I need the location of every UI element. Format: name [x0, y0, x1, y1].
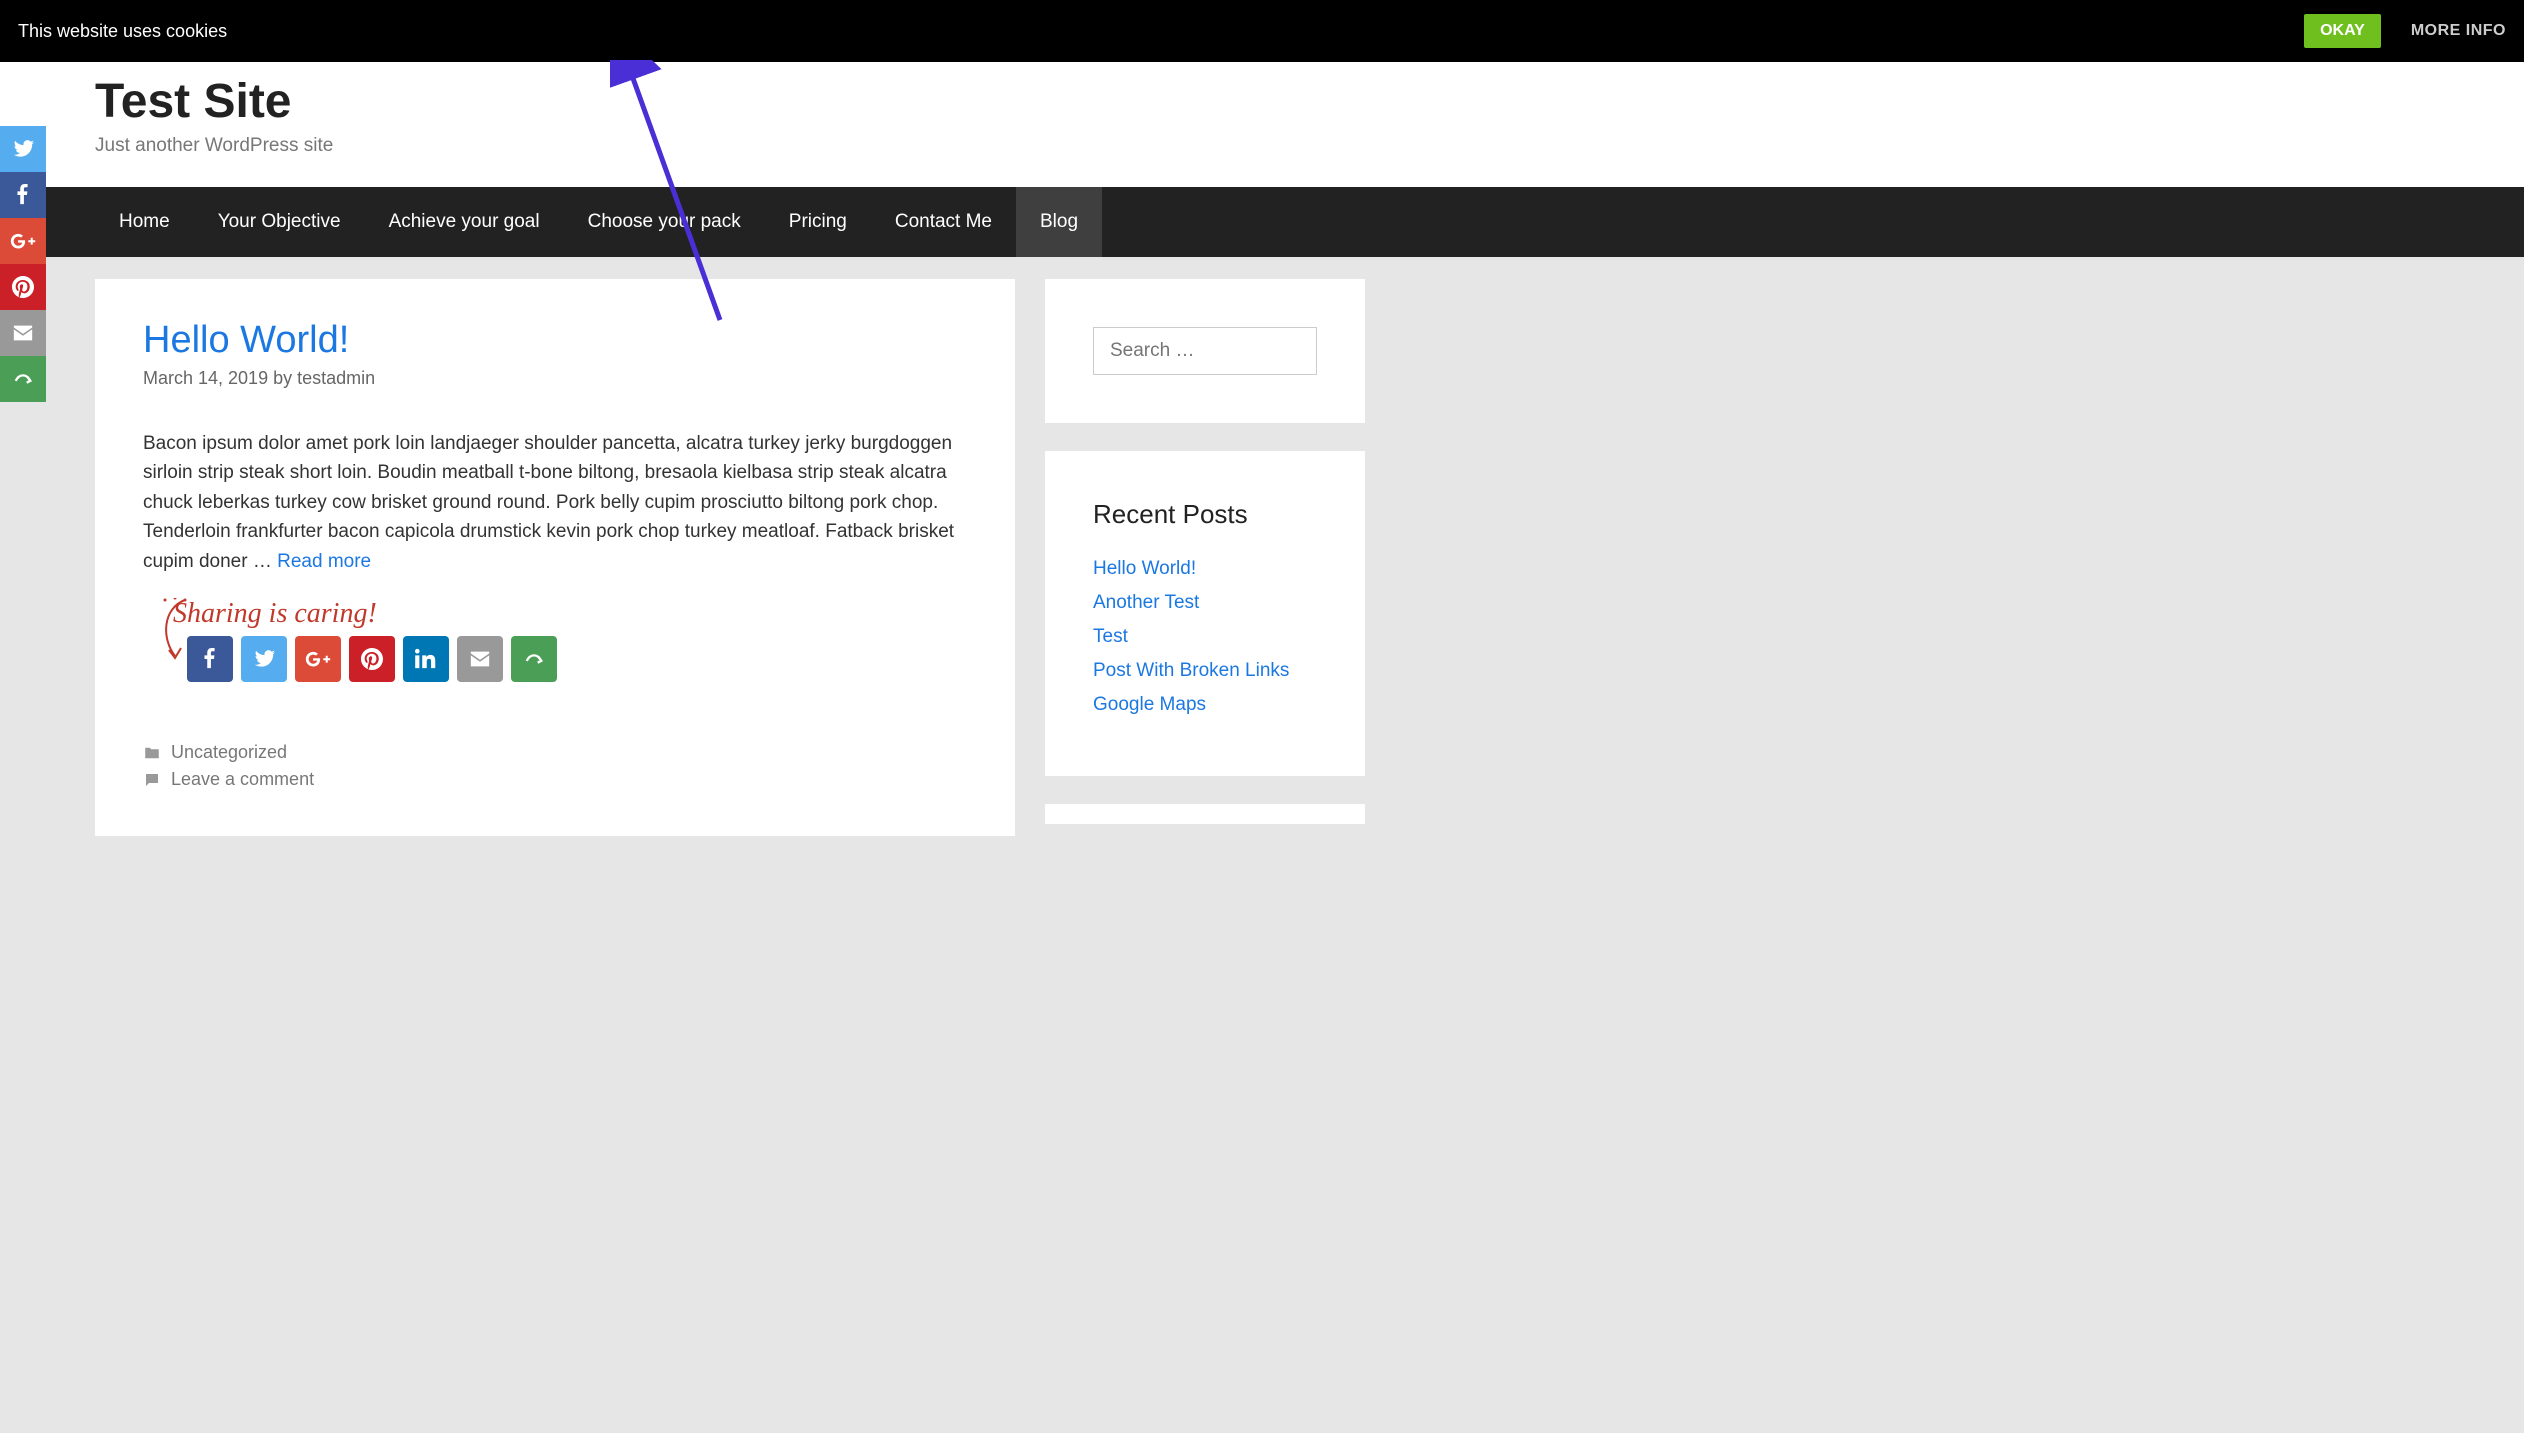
recent-posts-widget: Recent Posts Hello World! Another Test T… — [1045, 451, 1365, 776]
sharing-label: Sharing is caring! — [173, 598, 967, 630]
site-title[interactable]: Test Site — [95, 74, 2429, 129]
share-pinterest-icon[interactable] — [349, 636, 395, 682]
nav-contact-me[interactable]: Contact Me — [871, 187, 1016, 257]
list-item: Post With Broken Links — [1093, 660, 1317, 682]
share-linkedin-icon[interactable] — [403, 636, 449, 682]
read-more-link[interactable]: Read more — [277, 551, 371, 572]
side-share-strip — [0, 126, 46, 402]
main-column: Hello World! March 14, 2019 by testadmin… — [95, 279, 1015, 836]
post-footer: Uncategorized Leave a comment — [143, 712, 967, 790]
sharing-block: Sharing is caring! — [143, 598, 967, 682]
share-buttons-row — [187, 636, 967, 682]
nav-your-objective[interactable]: Your Objective — [194, 187, 365, 257]
category-row: Uncategorized — [143, 742, 967, 763]
sidebar: Recent Posts Hello World! Another Test T… — [1045, 279, 1365, 836]
list-item: Test — [1093, 626, 1317, 648]
post-title[interactable]: Hello World! — [143, 319, 967, 362]
share-more-icon[interactable] — [511, 636, 557, 682]
content-area: Hello World! March 14, 2019 by testadmin… — [0, 257, 1460, 858]
side-pinterest-icon[interactable] — [0, 264, 46, 310]
post-excerpt: Bacon ipsum dolor amet pork loin landjae… — [143, 429, 967, 576]
recent-posts-title: Recent Posts — [1093, 499, 1317, 530]
search-input[interactable] — [1093, 327, 1317, 375]
nav-choose-your-pack[interactable]: Choose your pack — [564, 187, 765, 257]
list-item: Hello World! — [1093, 558, 1317, 580]
nav-achieve-your-goal[interactable]: Achieve your goal — [365, 187, 564, 257]
post-by: by — [273, 368, 292, 388]
nav-blog[interactable]: Blog — [1016, 187, 1102, 257]
cookie-text: This website uses cookies — [18, 21, 227, 42]
category-link[interactable]: Uncategorized — [171, 742, 287, 763]
side-email-icon[interactable] — [0, 310, 46, 356]
comment-icon — [143, 771, 161, 789]
share-twitter-icon[interactable] — [241, 636, 287, 682]
side-twitter-icon[interactable] — [0, 126, 46, 172]
recent-posts-list: Hello World! Another Test Test Post With… — [1093, 558, 1317, 716]
empty-widget — [1045, 804, 1365, 824]
list-item: Another Test — [1093, 592, 1317, 614]
main-nav: Home Your Objective Achieve your goal Ch… — [0, 187, 2524, 257]
okay-button[interactable]: OKAY — [2304, 14, 2381, 48]
comment-row: Leave a comment — [143, 769, 967, 790]
nav-pricing[interactable]: Pricing — [765, 187, 871, 257]
list-item: Google Maps — [1093, 694, 1317, 716]
share-google-plus-icon[interactable] — [295, 636, 341, 682]
cookie-actions: OKAY MORE INFO — [2304, 14, 2506, 48]
post-author[interactable]: testadmin — [297, 368, 375, 388]
more-info-link[interactable]: MORE INFO — [2411, 22, 2506, 40]
post-date: March 14, 2019 — [143, 368, 268, 388]
cookie-banner: This website uses cookies OKAY MORE INFO — [0, 0, 2524, 62]
side-facebook-icon[interactable] — [0, 172, 46, 218]
side-google-plus-icon[interactable] — [0, 218, 46, 264]
site-tagline: Just another WordPress site — [95, 135, 2429, 157]
search-widget — [1045, 279, 1365, 423]
leave-comment-link[interactable]: Leave a comment — [171, 769, 314, 790]
nav-home[interactable]: Home — [95, 187, 194, 257]
folder-icon — [143, 744, 161, 762]
post-meta: March 14, 2019 by testadmin — [143, 368, 967, 389]
share-email-icon[interactable] — [457, 636, 503, 682]
site-header: Test Site Just another WordPress site — [0, 62, 2524, 187]
side-more-icon[interactable] — [0, 356, 46, 402]
